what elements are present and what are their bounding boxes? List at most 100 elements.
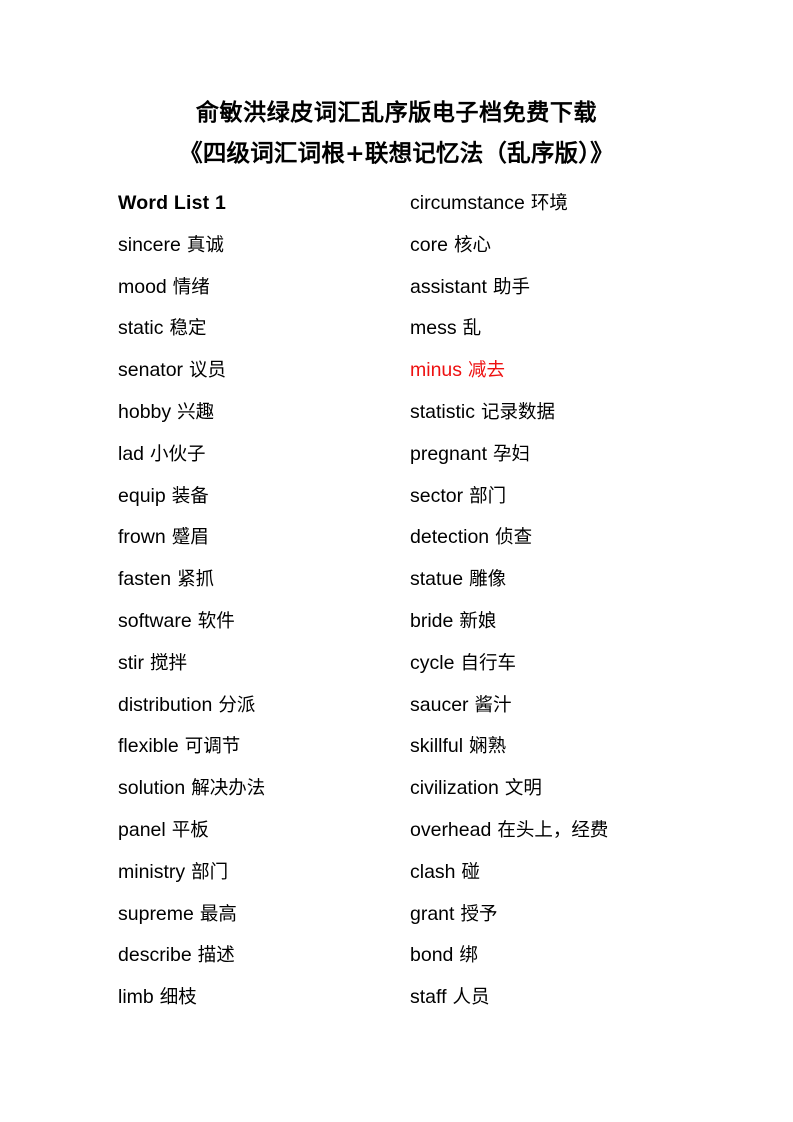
word-entry-right: cycle 自行车 [410,649,516,678]
word-entry-right: overhead 在头上，经费 [410,816,608,845]
word-entry-chinese: 减去 [468,360,506,382]
word-entry-english: hobby [118,400,172,423]
word-entry-left: equip 装备 [118,482,209,511]
word-entry-chinese: 装备 [171,485,209,507]
word-list-row: sincere 真诚 core 核心 [0,231,793,273]
word-list-row: lad 小伙子 pregnant 孕妇 [0,440,793,482]
word-entry-chinese: 记录数据 [481,401,556,423]
word-entry-right: statistic 记录数据 [410,398,555,427]
word-entry-left: static 稳定 [118,314,207,343]
word-list-row: supreme 最高 grant 授予 [0,900,793,942]
word-entry-chinese: 真诚 [186,234,224,256]
word-entry-english: static [118,317,164,340]
word-entry-right: saucer 酱汁 [410,691,512,720]
word-list-row: frown 蹙眉 detection 侦查 [0,523,793,565]
word-entry-left: limb 细枝 [118,983,197,1012]
word-entry-left: ministry 部门 [118,858,228,887]
word-list-row: panel 平板 overhead 在头上，经费 [0,816,793,858]
word-entry-chinese: 描述 [197,945,235,967]
word-entry-chinese: 乱 [462,318,482,340]
word-entry-chinese: 环境 [530,193,568,214]
word-entry-right: pregnant 孕妇 [410,440,530,469]
word-list-row: flexible 可调节 skillful 娴熟 [0,732,793,774]
word-entry-english: solution [118,777,186,800]
word-entry-chinese: 细枝 [159,987,197,1009]
word-list-row: static 稳定 mess 乱 [0,314,793,356]
word-entry-right: mess 乱 [410,314,481,343]
word-entry-english: skillful [410,735,464,758]
word-entry-english: limb [118,986,154,1009]
word-entry-english: cycle [410,651,455,674]
word-entry-english: mood [118,275,167,298]
word-entry-english: assistant [410,275,487,298]
word-entry-chinese: 搅拌 [150,652,188,674]
word-entry-chinese: 软件 [197,610,235,632]
word-entry-left: supreme 最高 [118,900,237,929]
word-entry-chinese: 娴熟 [469,736,507,758]
word-entry-left: senator 议员 [118,356,226,385]
word-entry-right: statue 雕像 [410,565,506,594]
word-entry-chinese: 碰 [461,861,481,883]
word-entry-chinese: 部门 [469,485,507,507]
word-list-row: ministry 部门 clash 碰 [0,858,793,900]
word-entry-chinese: 新娘 [459,610,497,632]
word-entry-right: detection 侦查 [410,523,532,552]
word-entry-english: civilization [410,777,499,800]
word-entry-english: stir [118,651,144,674]
word-entry-left: mood 情绪 [118,273,210,302]
word-entry-english: ministry [118,860,186,883]
word-entry-chinese: 可调节 [184,736,241,758]
word-entry-english: bride [410,609,454,632]
word-list-columns: Word List 1 circumstance 环境 sincere 真诚 core 核心… [0,189,793,1025]
word-entry-right: circumstance 环境 [410,189,568,218]
word-entry-chinese: 助手 [492,276,530,298]
word-entry-right: staff 人员 [410,983,490,1012]
word-entry-chinese: 授予 [460,903,498,925]
word-entry-right: sector 部门 [410,482,506,511]
word-entry-english: overhead [410,818,492,841]
word-entry-english: grant [410,902,455,925]
word-entry-left: distribution 分派 [118,691,255,720]
word-entry-chinese: 稳定 [169,318,207,340]
word-list-row: stir 搅拌 cycle 自行车 [0,649,793,691]
word-entry-chinese: 核心 [453,234,491,256]
word-entry-chinese: 绑 [459,945,478,967]
word-entry-english: mess [410,317,457,340]
word-entry-english: sincere [118,233,181,256]
word-list-row: solution 解决办法 civilization 文明 [0,774,793,816]
word-entry-left: solution 解决办法 [118,774,265,803]
word-entry-right: civilization 文明 [410,774,542,803]
word-entry-chinese: 情绪 [172,276,210,298]
word-list-row: distribution 分派 saucer 酱汁 [0,691,793,733]
word-entry-chinese: 小伙子 [150,443,206,465]
word-entry-right: grant 授予 [410,900,497,929]
word-entry-english: clash [410,860,456,883]
word-entry-english: panel [118,818,166,841]
word-entry-english: staff [410,986,447,1009]
document-page: 俞敏洪绿皮词汇乱序版电子档免费下载 《四级词汇词根+联想记忆法（乱序版）》 Wo… [0,0,793,1122]
word-entry-chinese: 兴趣 [177,401,215,423]
word-entry-english: senator [118,359,184,382]
word-entry-chinese: 在头上，经费 [497,819,609,841]
word-entry-left: software 软件 [118,607,235,636]
word-entry-english: fasten [118,568,172,591]
word-list-row: limb 细枝 staff 人员 [0,983,793,1025]
word-entry-chinese: 雕像 [469,569,507,591]
word-entry-chinese: 议员 [189,360,227,382]
word-list-heading-text: Word List 1 [118,192,227,214]
word-entry-left: flexible 可调节 [118,732,240,761]
word-entry-english: software [118,609,192,632]
word-entry-chinese: 分派 [218,694,256,716]
word-entry-chinese: 蹙眉 [171,527,209,549]
word-entry-chinese: 紧抓 [177,569,215,591]
word-entry-chinese: 孕妇 [492,443,530,465]
word-entry-left: lad 小伙子 [118,440,206,469]
word-entry-english: flexible [118,735,179,758]
word-entry-right: clash 碰 [410,858,480,887]
word-entry-chinese: 平板 [171,819,209,841]
word-entry-left: stir 搅拌 [118,649,187,678]
word-entry-english: core [410,233,448,256]
word-list-row: hobby 兴趣 statistic 记录数据 [0,398,793,440]
word-entry-left: frown 蹙眉 [118,523,209,552]
word-list-row: mood 情绪 assistant 助手 [0,273,793,315]
